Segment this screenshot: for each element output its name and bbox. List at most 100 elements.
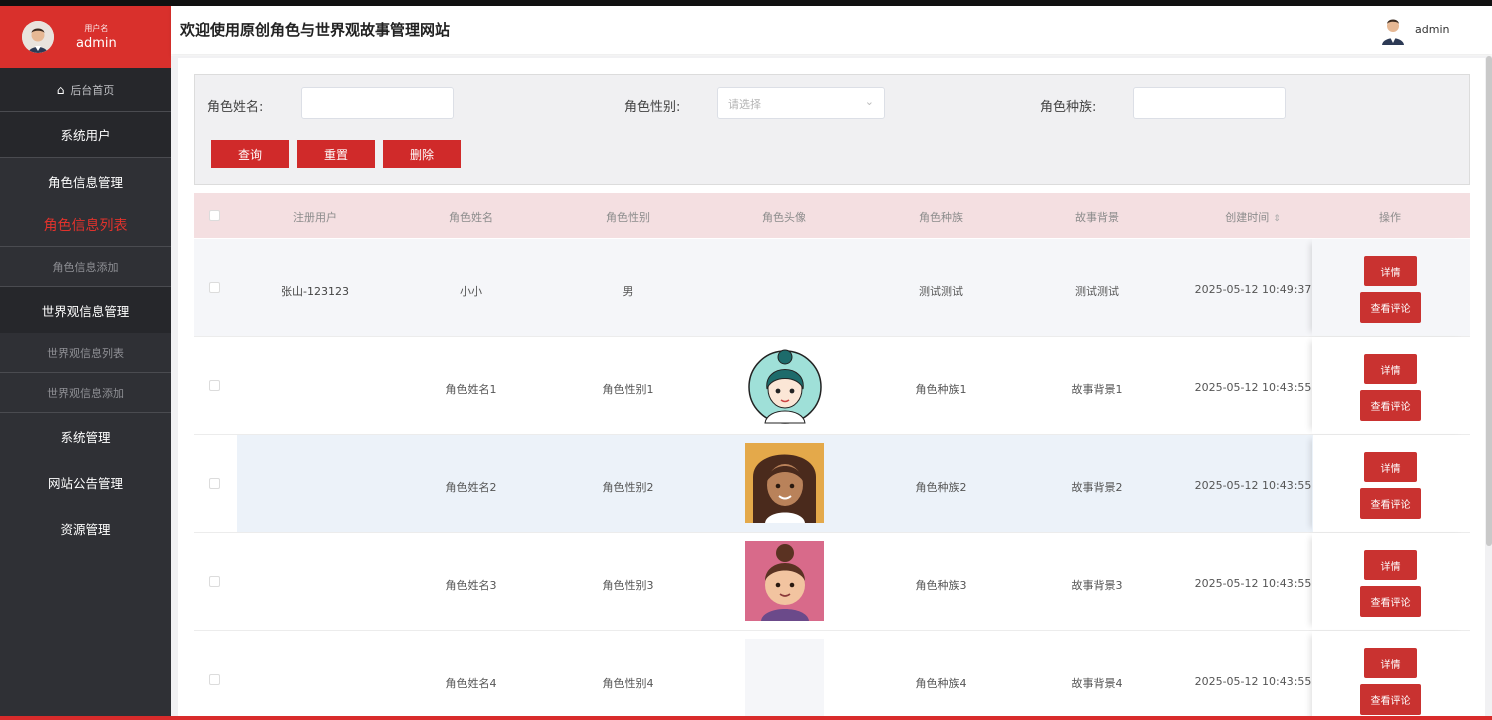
cell-name: 角色姓名3 [445,579,497,592]
sidebar-item-label: 角色信息添加 [52,260,119,274]
view-comments-button[interactable]: 查看评论 [1360,390,1421,421]
table-row: 张山-123123 小小 男 测试测试 测试测试 2025-05-12 10:4… [194,239,1470,337]
actions-cell: 详情 查看评论 [1312,239,1470,336]
avatar[interactable] [22,21,54,53]
cell-story: 测试测试 [1075,285,1119,298]
actions-cell: 详情 查看评论 [1312,533,1470,630]
sidebar-item-world-add[interactable]: 世界观信息添加 [0,373,171,413]
avatar-image [745,541,824,621]
cell-story: 故事背景3 [1071,579,1123,592]
row-checkbox[interactable] [209,282,220,293]
sidebar-item-label: 世界观信息管理 [41,303,130,319]
name-label: 角色姓名: [207,100,264,115]
gender-label: 角色性别: [624,100,681,115]
sidebar-item-label: 世界观信息添加 [47,386,124,400]
cell-gender: 角色性别1 [602,383,654,396]
column-header: 角色种族 [919,211,963,224]
detail-button[interactable]: 详情 [1364,256,1417,286]
cell-name: 角色姓名4 [445,677,497,690]
cell-race: 角色种族3 [915,579,967,592]
race-input[interactable] [1133,87,1286,119]
cell-gender: 角色性别3 [602,579,654,592]
sidebar-item-world-management[interactable]: 世界观信息管理 [0,287,171,333]
header-username[interactable]: admin [1415,23,1449,36]
row-checkbox[interactable] [209,380,220,391]
select-all-checkbox[interactable] [209,210,220,221]
column-header: 故事背景 [1075,211,1119,224]
sidebar-item-role-management[interactable]: 角色信息管理 [0,158,171,204]
cell-gender: 角色性别4 [602,677,654,690]
cell-created: 2025-05-12 10:43:55 [1194,479,1312,492]
row-checkbox[interactable] [209,478,220,489]
column-header: 角色性别 [606,211,650,224]
cell-race: 角色种族2 [915,481,967,494]
race-label: 角色种族: [1040,100,1097,115]
sidebar-item-label: 后台首页 [70,83,115,97]
sidebar-item-label: 系统用户 [60,128,111,143]
sidebar-item-resource-management[interactable]: 资源管理 [0,505,171,551]
cell-gender: 角色性别2 [602,481,654,494]
top-header: 欢迎使用原创角色与世界观故事管理网站 admin [171,6,1492,54]
sidebar-item-home[interactable]: ⌂ 后台首页 [0,68,171,112]
sidebar-item-role-add[interactable]: 角色信息添加 [0,247,171,287]
cell-created: 2025-05-12 10:49:37 [1194,283,1312,296]
column-header: 角色头像 [762,211,806,224]
cell-story: 故事背景2 [1071,481,1123,494]
query-button[interactable]: 查询 [211,140,289,168]
view-comments-button[interactable]: 查看评论 [1360,488,1421,519]
detail-button[interactable]: 详情 [1364,648,1417,678]
row-checkbox[interactable] [209,576,220,587]
reset-button[interactable]: 重置 [297,140,375,168]
actions-cell: 详情 查看评论 [1312,631,1470,720]
sidebar-item-notice-management[interactable]: 网站公告管理 [0,459,171,505]
view-comments-button[interactable]: 查看评论 [1360,292,1421,323]
table-row: 角色姓名2 角色性别2 角色种族2 故事背景2 2025-05-12 10:43… [194,435,1470,533]
actions-cell: 详情 查看评论 [1312,337,1470,434]
page-title: 欢迎使用原创角色与世界观故事管理网站 [180,21,451,39]
sidebar: 用户名 admin ⌂ 后台首页 系统用户 角色信息管理 角色信息列表 角色信息… [0,6,171,716]
cell-race: 角色种族1 [915,383,967,396]
column-header: 注册用户 [293,211,337,224]
cell-created: 2025-05-12 10:43:55 [1194,675,1312,688]
detail-button[interactable]: 详情 [1364,452,1417,482]
column-header-sortable[interactable]: 创建时间 ⇕ [1225,209,1281,225]
cell-story: 故事背景1 [1071,383,1123,396]
row-checkbox[interactable] [209,674,220,685]
sidebar-item-system-management[interactable]: 系统管理 [0,413,171,459]
cell-race: 测试测试 [919,285,963,298]
actions-cell: 详情 查看评论 [1312,435,1470,532]
cell-user: 张山-123123 [281,285,349,298]
column-header: 操作 [1379,211,1401,224]
home-icon: ⌂ [56,82,65,97]
name-input[interactable] [301,87,454,119]
detail-button[interactable]: 详情 [1364,550,1417,580]
sidebar-item-label: 资源管理 [60,521,111,537]
gender-select[interactable]: 请选择 ⌄ [717,87,885,119]
view-comments-button[interactable]: 查看评论 [1360,684,1421,715]
sidebar-item-system-users[interactable]: 系统用户 [0,112,171,158]
sort-icon[interactable]: ⇕ [1273,214,1281,224]
avatar-image [745,345,824,425]
sidebar-item-role-list[interactable]: 角色信息列表 [0,204,171,247]
sidebar-item-world-list[interactable]: 世界观信息列表 [0,333,171,373]
search-panel: 角色姓名: 角色性别: 请选择 ⌄ 角色种族: 查询 重置 删除 [194,74,1470,185]
delete-button[interactable]: 删除 [383,140,461,168]
sidebar-item-label: 系统管理 [60,429,111,445]
detail-button[interactable]: 详情 [1364,354,1417,384]
scrollbar[interactable] [1486,56,1492,546]
cell-name: 角色姓名1 [445,383,497,396]
view-comments-button[interactable]: 查看评论 [1360,586,1421,617]
header-avatar[interactable] [1381,13,1405,45]
cell-name: 小小 [460,285,482,298]
cell-race: 角色种族4 [915,677,967,690]
avatar-image [745,639,824,719]
chevron-down-icon: ⌄ [864,95,874,108]
cell-gender: 男 [622,285,634,298]
table-row: 角色姓名3 角色性别3 角色种族3 故事背景3 2025-05-12 10:43… [194,533,1470,631]
bottom-edge [0,716,1492,720]
user-name: admin [76,36,117,51]
cell-story: 故事背景4 [1071,677,1123,690]
gender-placeholder: 请选择 [728,98,761,111]
sidebar-item-label: 角色信息管理 [47,174,123,190]
sidebar-user-box: 用户名 admin [0,6,171,68]
